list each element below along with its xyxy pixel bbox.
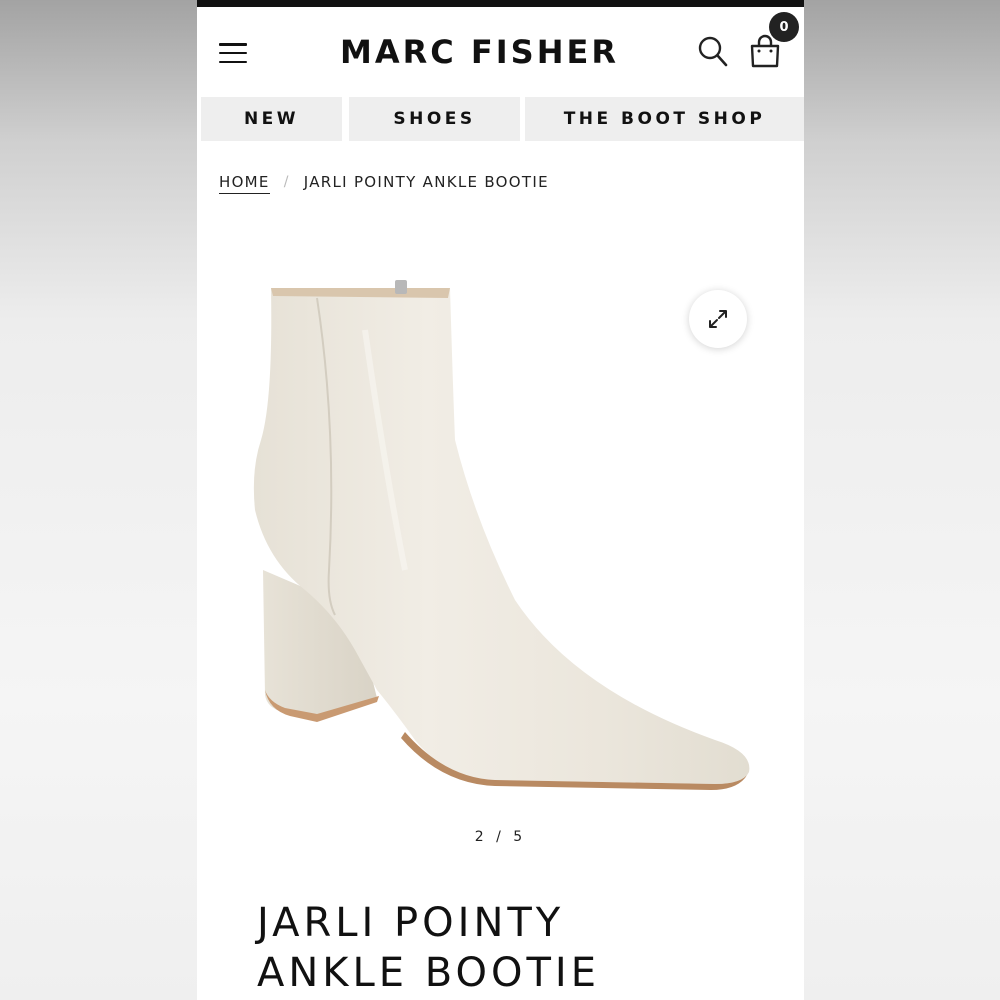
nav-item-shoes[interactable]: SHOES	[349, 97, 520, 141]
breadcrumb-separator: /	[283, 174, 290, 190]
breadcrumb: HOME / JARLI POINTY ANKLE BOOTIE	[219, 171, 549, 194]
status-strip	[197, 0, 804, 7]
product-image-boot[interactable]	[245, 270, 765, 800]
blurred-backdrop-right	[804, 0, 1000, 1000]
product-title-line-1: JARLI POINTY	[257, 900, 565, 946]
cart-count-badge[interactable]: 0	[769, 12, 799, 42]
expand-image-button[interactable]	[689, 290, 747, 348]
expand-icon	[709, 310, 727, 328]
blurred-backdrop-left	[0, 0, 197, 1000]
image-pager: 2 / 5	[474, 829, 527, 845]
category-nav: NEW SHOES THE BOOT SHOP	[201, 97, 804, 141]
breadcrumb-home-link[interactable]: HOME	[219, 173, 270, 194]
product-title-line-2: ANKLE BOOTIE	[257, 950, 600, 996]
product-title: JARLI POINTY ANKLE BOOTIE	[257, 898, 777, 998]
nav-item-boot-shop[interactable]: THE BOOT SHOP	[525, 97, 804, 141]
nav-item-new[interactable]: NEW	[201, 97, 342, 141]
site-header: MARC FISHER	[197, 7, 804, 97]
breadcrumb-current: JARLI POINTY ANKLE BOOTIE	[303, 173, 549, 191]
search-icon[interactable]	[697, 35, 729, 69]
hamburger-menu-icon[interactable]	[219, 43, 247, 63]
mobile-page: MARC FISHER 0 NEW SHOES THE BOOT SHOP HO…	[197, 0, 804, 1000]
brand-logo[interactable]: MARC FISHER	[297, 29, 662, 75]
